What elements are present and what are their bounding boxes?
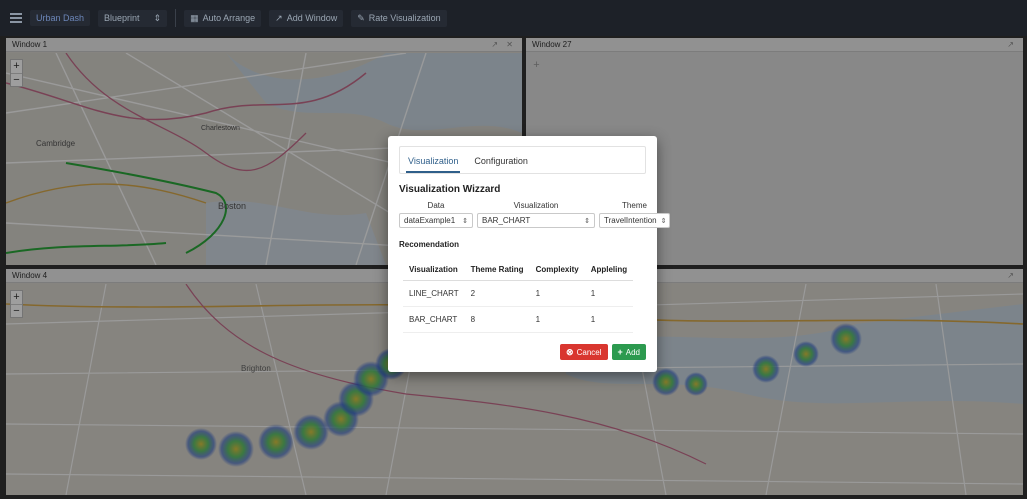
column-header: Complexity [529, 259, 585, 281]
data-select[interactable]: dataExample1 ⇕ [399, 213, 473, 228]
modal-actions: ⊗ Cancel + Add [560, 344, 646, 360]
theme-select-value: TravelIntention [604, 216, 657, 225]
table-row[interactable]: LINE_CHART 2 1 1 [403, 280, 634, 307]
add-window-button[interactable]: ↗ Add Window [269, 9, 344, 27]
column-header: Visualization [403, 259, 465, 281]
table-cell: 1 [584, 306, 634, 333]
brand-button[interactable]: Urban Dash [30, 10, 91, 26]
cancel-circle-icon: ⊗ [566, 346, 574, 357]
plus-icon: + [617, 347, 623, 357]
modal-tabs: Visualization Configuration [399, 146, 646, 174]
table-cell: 8 [464, 306, 530, 333]
expand-icon: ↗ [275, 12, 283, 23]
thumbs-up-icon: ✎ [357, 12, 365, 23]
rate-visualization-label: Rate Visualization [368, 13, 441, 23]
chevron-updown-icon: ⇕ [660, 217, 667, 225]
wizard-selects: Data dataExample1 ⇕ Visualization BAR_CH… [399, 201, 670, 228]
visualization-select-group: Visualization BAR_CHART ⇕ [477, 201, 595, 228]
table-cell: 1 [529, 306, 585, 333]
theme-label: Theme [622, 201, 647, 210]
add-label: Add [625, 347, 640, 357]
auto-arrange-button[interactable]: ▦ Auto Arrange [184, 9, 262, 27]
recommendation-title: Recomendation [399, 240, 460, 249]
add-button[interactable]: + Add [611, 344, 646, 360]
cancel-label: Cancel [576, 347, 602, 357]
rate-visualization-button[interactable]: ✎ Rate Visualization [351, 9, 447, 27]
toolbar-divider [175, 9, 177, 27]
column-header: Theme Rating [464, 259, 530, 281]
visualization-select-value: BAR_CHART [482, 216, 531, 225]
theme-select[interactable]: TravelIntention ⇕ [599, 213, 670, 228]
table-header-row: Visualization Theme Rating Complexity Ap… [403, 259, 634, 281]
brand-label: Urban Dash [36, 13, 85, 23]
column-header: Appleling [584, 259, 634, 281]
theme-select-group: Theme TravelIntention ⇕ [599, 201, 670, 228]
add-window-label: Add Window [286, 13, 338, 23]
table-cell: 1 [584, 280, 634, 307]
blueprint-select[interactable]: Blueprint ⇕ [98, 9, 168, 27]
table-cell: BAR_CHART [403, 306, 465, 333]
recommendation-table: Visualization Theme Rating Complexity Ap… [403, 259, 634, 333]
tab-visualization[interactable]: Visualization [406, 156, 461, 173]
table-cell: 1 [529, 280, 585, 307]
grid-icon: ▦ [190, 12, 199, 23]
table-row[interactable]: BAR_CHART 8 1 1 [403, 306, 634, 333]
menu-icon[interactable] [10, 13, 22, 23]
blueprint-label: Blueprint [104, 13, 140, 23]
data-select-group: Data dataExample1 ⇕ [399, 201, 473, 228]
visualization-label: Visualization [513, 201, 559, 210]
tab-configuration[interactable]: Configuration [472, 156, 530, 173]
table-cell: LINE_CHART [403, 280, 465, 307]
visualization-select[interactable]: BAR_CHART ⇕ [477, 213, 595, 228]
chevron-updown-icon: ⇕ [462, 217, 468, 225]
table-cell: 2 [464, 280, 530, 307]
visualization-wizard-modal: Visualization Configuration Visualizatio… [388, 136, 670, 372]
cancel-button[interactable]: ⊗ Cancel [560, 344, 608, 360]
data-label: Data [427, 201, 445, 210]
wizard-title: Visualization Wizzard [399, 184, 501, 195]
top-toolbar: Urban Dash Blueprint ⇕ ▦ Auto Arrange ↗ Ad… [0, 0, 1027, 36]
chevron-updown-icon: ⇕ [584, 217, 590, 225]
data-select-value: dataExample1 [404, 216, 456, 225]
auto-arrange-label: Auto Arrange [202, 13, 256, 23]
chevron-updown-icon: ⇕ [143, 12, 162, 23]
